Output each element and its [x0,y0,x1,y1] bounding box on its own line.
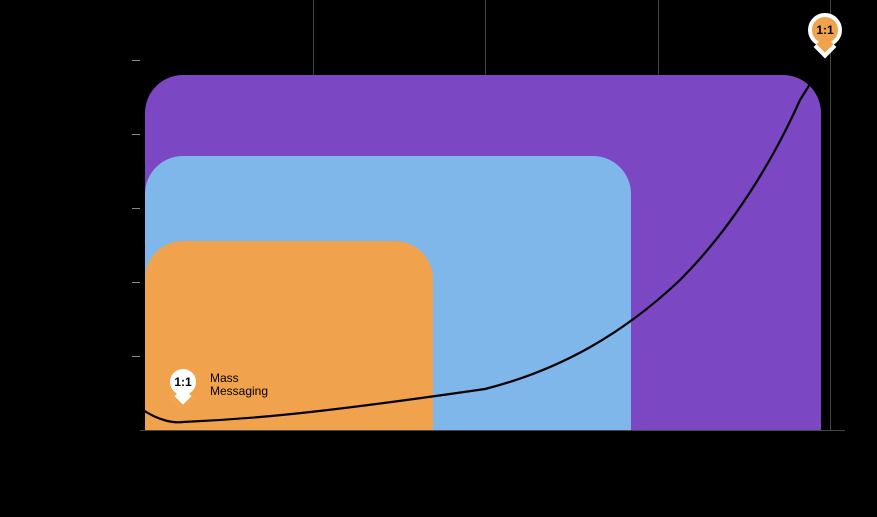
marker-start-caption: Mass Messaging [210,372,268,398]
y-tick [132,356,140,357]
y-tick [132,282,140,283]
gridline-v [830,0,831,430]
marker-end: 1:1 [808,13,842,47]
chart-stage: 1:1 Mass Messaging 1:1 [0,0,877,517]
y-tick [132,134,140,135]
marker-start: 1:1 [166,365,200,399]
y-tick [132,208,140,209]
y-tick [132,60,140,61]
gridline-h [140,430,845,431]
